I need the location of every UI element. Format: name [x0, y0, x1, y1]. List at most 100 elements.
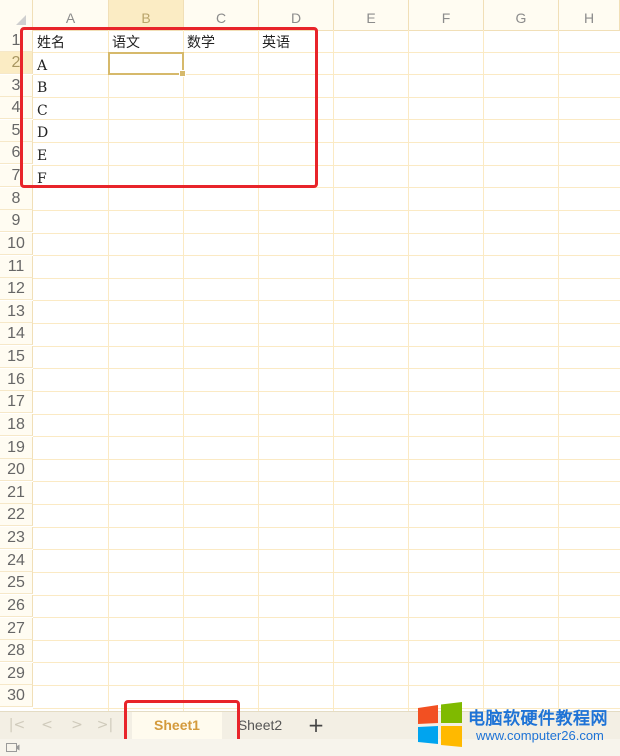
row-header-23[interactable]: 23: [0, 527, 33, 549]
row-header-25[interactable]: 25: [0, 572, 33, 594]
grid-line: [33, 233, 620, 234]
sheet-tab-sheet2[interactable]: Sheet2: [224, 712, 296, 739]
cell-a6[interactable]: E: [33, 144, 108, 166]
grid-line: [33, 97, 620, 98]
column-header-g[interactable]: G: [484, 0, 559, 30]
grid-line: [33, 481, 620, 482]
row-header-19[interactable]: 19: [0, 437, 33, 459]
row-header-15[interactable]: 15: [0, 346, 33, 368]
windows-logo-icon: [418, 702, 462, 747]
sheet-status-icon[interactable]: [6, 743, 20, 752]
grid-line: [33, 210, 620, 211]
row-header-26[interactable]: 26: [0, 595, 33, 617]
row-header-5[interactable]: 5: [0, 120, 33, 142]
next-sheet-icon[interactable]: >: [68, 716, 86, 734]
column-header-c[interactable]: C: [184, 0, 259, 30]
row-header-14[interactable]: 14: [0, 323, 33, 345]
cell-a1[interactable]: 姓名: [33, 31, 108, 53]
row-header-16[interactable]: 16: [0, 369, 33, 391]
cell-a5[interactable]: D: [33, 121, 108, 143]
row-header-10[interactable]: 10: [0, 233, 33, 255]
row-header-30[interactable]: 30: [0, 685, 33, 707]
row-header-24[interactable]: 24: [0, 550, 33, 572]
grid-line: [33, 640, 620, 641]
select-all-triangle-icon: [16, 15, 26, 25]
watermark: 电脑软硬件教程网 www.computer26.com: [414, 702, 620, 750]
column-header-f[interactable]: F: [409, 0, 484, 30]
grid-line: [183, 30, 184, 711]
row-header-13[interactable]: 13: [0, 301, 33, 323]
cell-c1[interactable]: 数学: [183, 31, 258, 53]
add-sheet-button[interactable]: +: [304, 713, 328, 737]
column-header-b[interactable]: B: [109, 0, 184, 30]
watermark-title: 电脑软硬件教程网: [468, 709, 608, 729]
grid-line: [33, 617, 620, 618]
grid-line: [33, 685, 620, 686]
grid-line: [33, 595, 620, 596]
grid-line: [33, 414, 620, 415]
column-header-a[interactable]: A: [33, 0, 109, 30]
selected-cell-b2[interactable]: [108, 52, 186, 77]
grid-line: [33, 504, 620, 505]
sheet-tab-sheet1[interactable]: Sheet1: [132, 712, 222, 739]
grid-line: [258, 30, 259, 711]
row-header-18[interactable]: 18: [0, 414, 33, 436]
grid-line: [33, 300, 620, 301]
row-header-21[interactable]: 21: [0, 482, 33, 504]
row-header-27[interactable]: 27: [0, 618, 33, 640]
first-sheet-icon[interactable]: |<: [8, 716, 26, 734]
grid-line: [33, 527, 620, 528]
fill-handle[interactable]: [179, 70, 186, 77]
cell-d1[interactable]: 英语: [258, 31, 333, 53]
row-header-17[interactable]: 17: [0, 391, 33, 413]
cell-a4[interactable]: C: [33, 99, 108, 121]
last-sheet-icon[interactable]: >|: [96, 716, 114, 734]
grid-line: [108, 30, 109, 711]
watermark-url: www.computer26.com: [476, 728, 604, 743]
column-header-d[interactable]: D: [259, 0, 334, 30]
grid-line: [33, 255, 620, 256]
cell-a7[interactable]: F: [33, 167, 108, 189]
grid-line: [33, 187, 620, 188]
column-header-h[interactable]: H: [559, 0, 620, 30]
row-header-2[interactable]: 2: [0, 52, 33, 74]
row-header-7[interactable]: 7: [0, 165, 33, 187]
row-header-3[interactable]: 3: [0, 75, 33, 97]
grid-line: [33, 391, 620, 392]
select-all-corner[interactable]: [0, 0, 33, 30]
grid-line: [33, 662, 620, 663]
grid-line: [33, 323, 620, 324]
row-header-8[interactable]: 8: [0, 188, 33, 210]
row-header-22[interactable]: 22: [0, 504, 33, 526]
grid-line: [333, 30, 334, 711]
cell-a3[interactable]: B: [33, 76, 108, 98]
row-header-1[interactable]: 1: [0, 30, 33, 52]
column-header-bar: A B C D E F G H: [0, 0, 620, 31]
row-header-6[interactable]: 6: [0, 142, 33, 164]
row-header-11[interactable]: 11: [0, 256, 33, 278]
row-header-20[interactable]: 20: [0, 459, 33, 481]
cell-a2[interactable]: A: [33, 54, 108, 76]
column-header-e[interactable]: E: [334, 0, 409, 30]
grid-line: [33, 165, 620, 166]
grid-line: [33, 436, 620, 437]
grid-line: [33, 549, 620, 550]
grid-line: [33, 459, 620, 460]
prev-sheet-icon[interactable]: <: [38, 716, 56, 734]
cell-b1[interactable]: 语文: [108, 31, 183, 53]
row-header-29[interactable]: 29: [0, 663, 33, 685]
grid-line: [33, 119, 620, 120]
grid-line: [33, 572, 620, 573]
grid-line: [33, 368, 620, 369]
row-header-12[interactable]: 12: [0, 278, 33, 300]
grid-line: [558, 30, 559, 711]
cell-grid[interactable]: 姓名 语文 数学 英语 A B C D E F: [33, 30, 620, 711]
grid-line: [483, 30, 484, 711]
grid-line: [33, 142, 620, 143]
row-header-9[interactable]: 9: [0, 210, 33, 232]
row-header-4[interactable]: 4: [0, 97, 33, 119]
grid-line: [408, 30, 409, 711]
row-header-28[interactable]: 28: [0, 640, 33, 662]
grid-line: [33, 346, 620, 347]
grid-line: [33, 278, 620, 279]
